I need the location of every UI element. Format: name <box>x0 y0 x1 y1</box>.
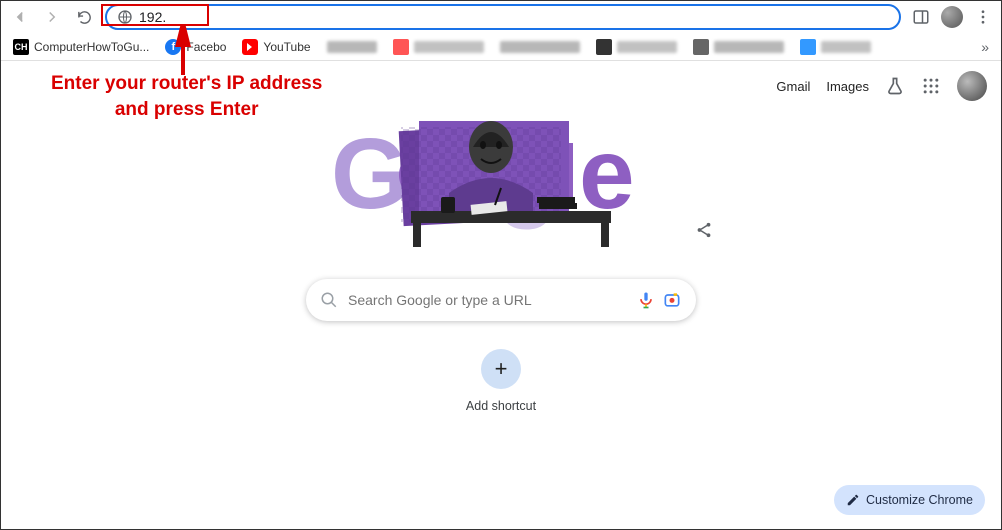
images-link[interactable]: Images <box>826 79 869 94</box>
share-doodle-button[interactable] <box>689 215 719 245</box>
forward-button[interactable] <box>41 6 63 28</box>
apps-grid-icon[interactable] <box>921 76 941 96</box>
globe-icon <box>117 9 133 25</box>
bookmark-item[interactable]: f Facebo <box>159 37 232 57</box>
bookmark-item-blurred[interactable] <box>794 37 877 57</box>
annotation-line1: Enter your router's IP address <box>51 71 322 97</box>
bookmark-item[interactable]: CH ComputerHowToGu... <box>7 37 155 57</box>
side-panel-icon[interactable] <box>911 7 931 27</box>
back-button[interactable] <box>9 6 31 28</box>
plus-icon: + <box>481 349 521 389</box>
omnibox-input[interactable] <box>139 9 889 25</box>
customize-chrome-label: Customize Chrome <box>866 493 973 507</box>
youtube-icon <box>242 39 258 55</box>
lens-search-icon[interactable] <box>662 290 682 310</box>
bookmark-item-blurred[interactable] <box>687 37 790 57</box>
bookmark-label: ComputerHowToGu... <box>34 40 149 54</box>
labs-icon[interactable] <box>885 76 905 96</box>
profile-avatar[interactable] <box>957 71 987 101</box>
favicon: CH <box>13 39 29 55</box>
voice-search-icon[interactable] <box>636 290 656 310</box>
bookmark-label: Facebo <box>186 40 226 54</box>
google-doodle[interactable]: G g e <box>331 93 671 253</box>
bookmark-item-blurred[interactable] <box>590 37 683 57</box>
annotation-line2: and press Enter <box>51 97 322 123</box>
pencil-icon <box>846 493 860 507</box>
gmail-link[interactable]: Gmail <box>776 79 810 94</box>
omnibox[interactable] <box>105 4 901 30</box>
reload-button[interactable] <box>73 6 95 28</box>
search-input[interactable] <box>348 292 620 308</box>
svg-text:G: G <box>331 118 409 230</box>
header-right: Gmail Images <box>776 71 987 101</box>
search-icon <box>320 291 338 309</box>
bookmark-label: YouTube <box>263 40 310 54</box>
customize-chrome-button[interactable]: Customize Chrome <box>834 485 985 515</box>
add-shortcut-button[interactable]: + Add shortcut <box>466 349 536 413</box>
facebook-icon: f <box>165 39 181 55</box>
profile-avatar-toolbar[interactable] <box>941 6 963 28</box>
bookmark-item-blurred[interactable] <box>321 39 383 55</box>
bookmark-item-blurred[interactable] <box>387 37 490 57</box>
bookmarks-bar: CH ComputerHowToGu... f Facebo YouTube » <box>1 33 1001 61</box>
add-shortcut-label: Add shortcut <box>466 399 536 413</box>
bookmark-item[interactable]: YouTube <box>236 37 316 57</box>
browser-toolbar <box>1 1 1001 33</box>
search-box[interactable] <box>306 279 696 321</box>
bookmark-item-blurred[interactable] <box>494 39 586 55</box>
bookmarks-overflow-icon[interactable]: » <box>975 39 995 55</box>
annotation-text: Enter your router's IP address and press… <box>51 71 322 122</box>
chrome-menu-icon[interactable] <box>973 7 993 27</box>
